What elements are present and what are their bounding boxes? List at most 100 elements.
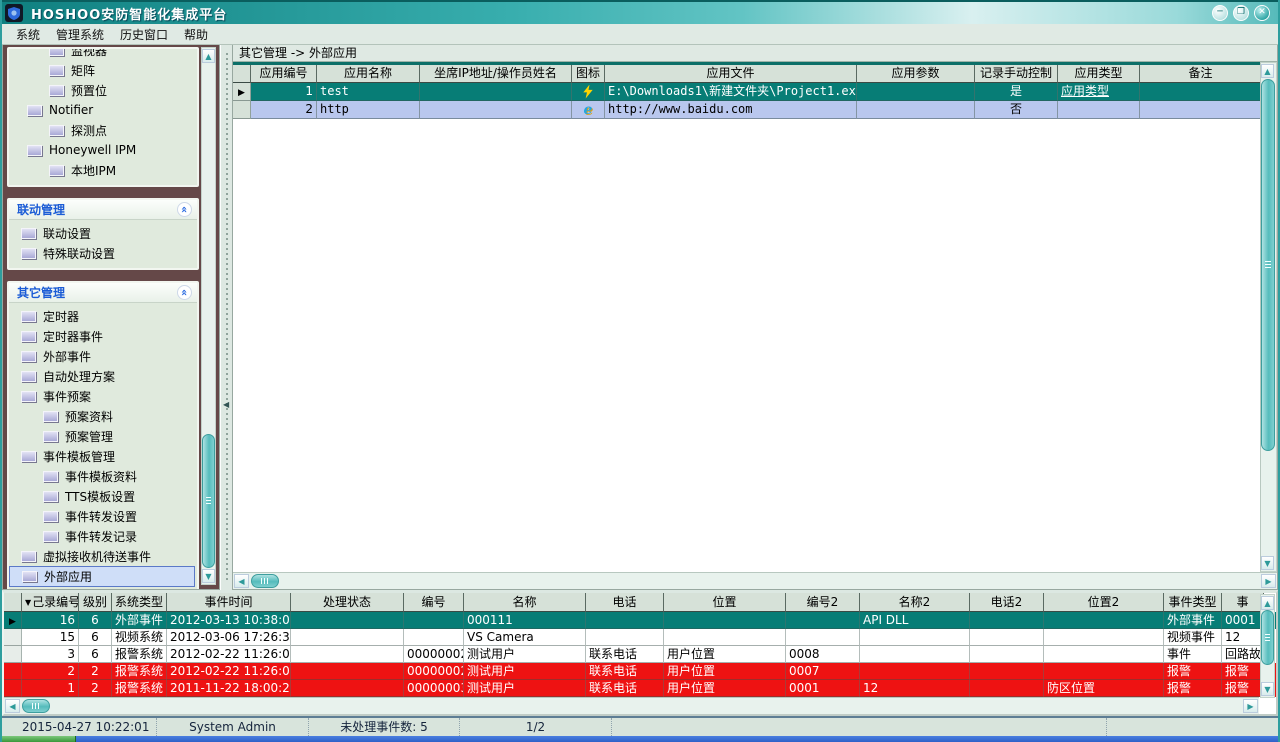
sidebar-item[interactable]: 定时器事件 <box>9 326 197 346</box>
event-row[interactable]: 36报警系统2012-02-22 11:26:0200000002测试用户联系电… <box>4 646 1276 663</box>
sidebar-item[interactable]: 事件模板管理 <box>9 446 197 466</box>
column-header[interactable]: 记录手动控制 <box>975 65 1058 83</box>
folder-checkbox-icon <box>49 85 64 96</box>
column-header[interactable]: 位置 <box>664 593 786 612</box>
column-header[interactable]: 位置2 <box>1044 593 1164 612</box>
column-header[interactable]: 备注 <box>1140 65 1262 83</box>
sidebar-group-header[interactable]: 联动管理« <box>9 200 197 220</box>
sidebar-item[interactable]: 事件转发设置 <box>9 506 197 526</box>
sidebar-item-label: TTS模板设置 <box>65 488 135 505</box>
event-vertical-scrollbar[interactable]: ▲ ▼ <box>1260 594 1275 698</box>
folder-checkbox-icon <box>21 351 36 362</box>
sidebar-group-header[interactable]: 其它管理« <box>9 283 197 303</box>
scrollbar-thumb[interactable] <box>202 434 215 568</box>
column-header[interactable]: 应用名称 <box>317 65 420 83</box>
sidebar-item[interactable]: 虚拟接收机待送事件 <box>9 546 197 566</box>
sidebar: 监视器矩阵预置位Notifier探测点Honeywell IPM本地IPM 联动… <box>2 45 220 590</box>
column-header[interactable]: 电话 <box>586 593 664 612</box>
column-header[interactable]: 名称2 <box>860 593 970 612</box>
scroll-right-icon[interactable]: ▶ <box>1243 699 1258 713</box>
sidebar-item[interactable]: 定时器 <box>9 306 197 326</box>
scroll-down-icon[interactable]: ▼ <box>1261 682 1274 696</box>
start-button-sliver[interactable] <box>2 736 76 742</box>
scrollbar-thumb[interactable] <box>1261 79 1275 451</box>
column-header[interactable]: 编号 <box>404 593 464 612</box>
sidebar-item[interactable]: Notifier <box>9 100 197 120</box>
scroll-right-icon[interactable]: ▶ <box>1261 574 1276 588</box>
menu-item[interactable]: 帮助 <box>176 26 216 43</box>
sidebar-item[interactable]: Honeywell IPM <box>9 140 197 160</box>
table-corner-cell <box>233 65 251 83</box>
table-row[interactable]: 2httpehttp://www.baidu.com否 <box>233 101 1277 119</box>
event-row[interactable]: ▶166外部事件2012-03-13 10:38:04000111API DLL… <box>4 612 1276 629</box>
scroll-left-icon[interactable]: ◀ <box>234 574 249 588</box>
sidebar-item-selected[interactable]: 外部应用 <box>9 566 195 587</box>
status-spacer <box>1107 718 1278 736</box>
sidebar-item[interactable]: TTS模板设置 <box>9 486 197 506</box>
scrollbar-thumb[interactable] <box>251 574 279 588</box>
minimize-button[interactable]: ─ <box>1212 5 1228 21</box>
column-header[interactable]: 应用文件 <box>605 65 857 83</box>
column-header[interactable]: 事件时间 <box>167 593 291 612</box>
scroll-up-icon[interactable]: ▲ <box>202 49 215 63</box>
sidebar-scrollbar[interactable]: ▲ ▼ <box>201 47 216 585</box>
sidebar-item[interactable]: 事件预案 <box>9 386 197 406</box>
menu-item[interactable]: 管理系统 <box>48 26 112 43</box>
close-button[interactable]: ✕ <box>1254 5 1270 21</box>
status-user: System Admin <box>157 718 309 736</box>
event-row[interactable]: 156视频系统2012-03-06 17:26:34VS Camera视频事件1… <box>4 629 1276 646</box>
scrollbar-thumb[interactable] <box>1261 610 1274 665</box>
column-header[interactable]: 坐席IP地址/操作员姓名 <box>420 65 572 83</box>
scroll-down-icon[interactable]: ▼ <box>1261 556 1274 570</box>
main-vertical-scrollbar[interactable]: ▲ ▼ <box>1260 62 1277 572</box>
sidebar-item[interactable]: 预案管理 <box>9 426 197 446</box>
sidebar-item[interactable]: 特殊联动设置 <box>9 243 197 263</box>
column-header[interactable]: 名称 <box>464 593 586 612</box>
column-header[interactable]: 级别 <box>79 593 112 612</box>
restore-button[interactable]: ❐ <box>1233 5 1249 21</box>
column-header[interactable]: 图标 <box>572 65 605 83</box>
column-header[interactable]: 应用类型 <box>1058 65 1140 83</box>
collapse-splitter-icon[interactable]: ◀ <box>223 400 229 409</box>
column-header[interactable]: 事件类型 <box>1164 593 1222 612</box>
collapse-chevron-icon[interactable]: « <box>177 202 192 217</box>
delphi-app-icon <box>582 85 595 99</box>
sidebar-item[interactable]: 外部事件 <box>9 346 197 366</box>
folder-checkbox-icon <box>49 65 64 76</box>
scrollbar-thumb[interactable] <box>22 699 50 713</box>
collapse-chevron-icon[interactable]: « <box>177 285 192 300</box>
menu-item[interactable]: 历史窗口 <box>112 26 176 43</box>
column-header[interactable]: ▼己录编号 <box>22 593 79 612</box>
event-horizontal-scrollbar[interactable]: ◀ ▶ <box>4 697 1259 714</box>
sidebar-item[interactable]: 预置位 <box>9 80 197 100</box>
event-row[interactable]: 12报警系统2011-11-22 18:00:2700000003测试用户联系电… <box>4 680 1276 697</box>
event-row[interactable]: 22报警系统2012-02-22 11:26:0200000002测试用户联系电… <box>4 663 1276 680</box>
column-header[interactable]: 处理状态 <box>291 593 404 612</box>
sidebar-item-label: 联动设置 <box>43 225 91 242</box>
column-header[interactable]: 电话2 <box>970 593 1044 612</box>
sidebar-item[interactable]: 监视器 <box>9 47 197 60</box>
column-header[interactable]: 应用编号 <box>251 65 317 83</box>
sidebar-item[interactable]: 本地IPM <box>9 160 197 180</box>
folder-checkbox-icon <box>49 165 64 176</box>
status-page-indicator: 1/2 <box>460 718 612 736</box>
main-horizontal-scrollbar[interactable]: ◀ ▶ <box>233 572 1277 589</box>
scroll-up-icon[interactable]: ▲ <box>1261 64 1274 78</box>
menu-item[interactable]: 系统 <box>8 26 48 43</box>
sidebar-item[interactable]: 预案资料 <box>9 406 197 426</box>
sidebar-splitter[interactable]: ◀ <box>220 45 232 590</box>
sidebar-item[interactable]: 自动处理方案 <box>9 366 197 386</box>
sidebar-item[interactable]: 矩阵 <box>9 60 197 80</box>
scroll-up-icon[interactable]: ▲ <box>1261 596 1274 610</box>
scroll-left-icon[interactable]: ◀ <box>5 699 20 713</box>
sidebar-item[interactable]: 事件模板资料 <box>9 466 197 486</box>
column-header[interactable]: 应用参数 <box>857 65 975 83</box>
sidebar-item[interactable]: 事件转发记录 <box>9 526 197 546</box>
column-header[interactable]: 事 <box>1222 593 1264 612</box>
column-header[interactable]: 系统类型 <box>112 593 167 612</box>
sidebar-item[interactable]: 探测点 <box>9 120 197 140</box>
sidebar-item[interactable]: 联动设置 <box>9 223 197 243</box>
table-row[interactable]: ▶1testE:\Downloads1\新建文件夹\Project1.exe是应… <box>233 83 1277 101</box>
scroll-down-icon[interactable]: ▼ <box>202 569 215 583</box>
column-header[interactable]: 编号2 <box>786 593 860 612</box>
